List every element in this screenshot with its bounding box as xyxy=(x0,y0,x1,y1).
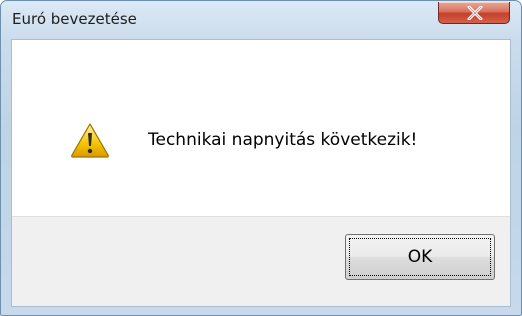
close-icon xyxy=(467,6,483,20)
dialog-client-area: Technikai napnyitás következik! OK xyxy=(11,39,511,307)
ok-button-label: OK xyxy=(349,238,491,276)
close-button[interactable] xyxy=(438,2,510,24)
dialog-window: Euró bevezetése Technikai napnyitás köve… xyxy=(0,0,522,316)
window-title: Euró bevezetése xyxy=(12,10,137,28)
message-area: Technikai napnyitás következik! xyxy=(12,40,510,216)
ok-button[interactable]: OK xyxy=(345,234,495,280)
title-bar[interactable]: Euró bevezetése xyxy=(1,1,521,39)
button-bar: OK xyxy=(12,216,510,306)
warning-icon xyxy=(71,123,109,158)
dialog-message: Technikai napnyitás következik! xyxy=(148,130,418,150)
